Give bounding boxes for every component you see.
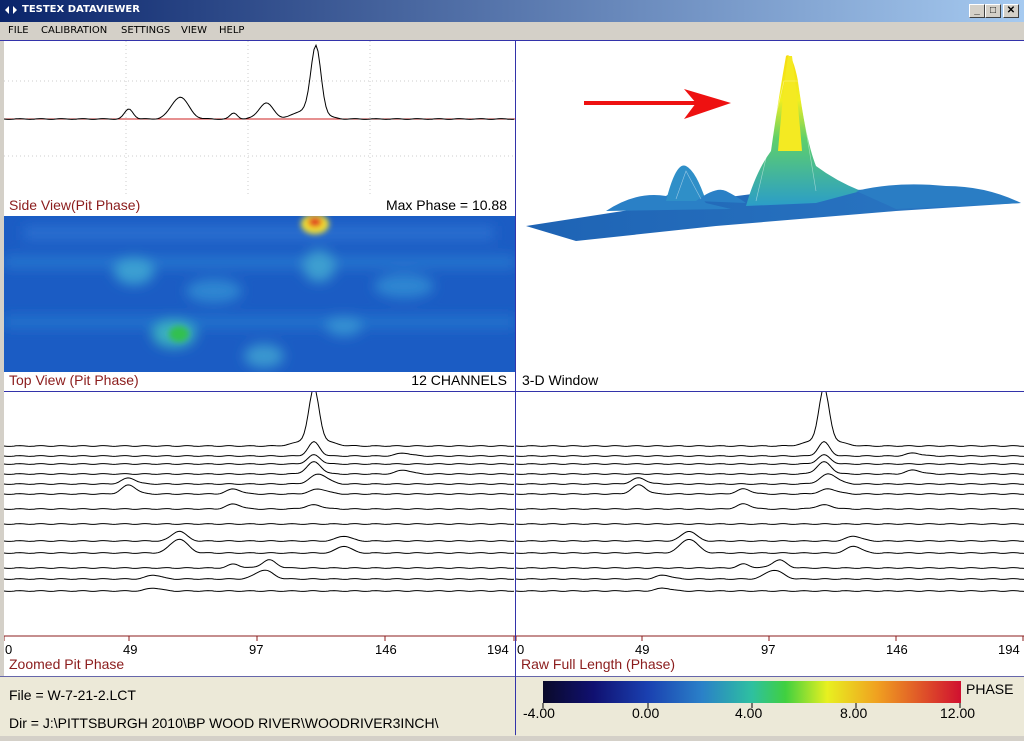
legend-label-0: 0.00 bbox=[632, 705, 660, 721]
raw-channel-trace bbox=[515, 441, 1024, 457]
maximize-button[interactable]: □ bbox=[985, 4, 1001, 18]
zoomed-panel[interactable]: 0 49 97 146 194 Zoomed Pit Phase bbox=[3, 386, 515, 676]
side-view-plot bbox=[3, 41, 515, 196]
raw-panel[interactable]: 0 49 97 146 194 Raw Full Length (Phase) bbox=[515, 386, 1024, 676]
zoom-tick-0: 0 bbox=[5, 642, 13, 657]
menu-settings[interactable]: SETTINGS bbox=[121, 25, 170, 36]
three-d-surface bbox=[526, 55, 1021, 241]
raw-channel-trace bbox=[515, 523, 1024, 525]
close-button[interactable]: ✕ bbox=[1003, 4, 1019, 18]
status-area: File = W-7-21-2.LCT Dir = J:\PITTSBURGH … bbox=[0, 676, 515, 736]
raw-channel-trace bbox=[515, 569, 1024, 580]
menu-view[interactable]: VIEW bbox=[181, 25, 207, 36]
zoom-channel-trace bbox=[3, 484, 515, 495]
legend-label-min: -4.00 bbox=[523, 705, 555, 721]
menu-file[interactable]: FILE bbox=[8, 25, 29, 36]
raw-tick-194: 194 bbox=[998, 642, 1020, 657]
menu-calibration[interactable]: CALIBRATION bbox=[41, 25, 107, 36]
zoom-channel-trace bbox=[3, 503, 515, 510]
raw-channel-trace bbox=[515, 559, 1024, 569]
zoomed-traces bbox=[3, 386, 515, 641]
channels-label: 12 CHANNELS bbox=[411, 372, 507, 388]
zoom-channel-trace bbox=[3, 386, 515, 447]
raw-channel-trace bbox=[515, 484, 1024, 495]
vertical-divider bbox=[515, 41, 516, 735]
max-phase-label: Max Phase = 10.88 bbox=[385, 197, 507, 213]
zoom-tick-49: 49 bbox=[123, 642, 138, 657]
raw-channel-trace bbox=[515, 386, 1024, 447]
zoom-tick-194: 194 bbox=[487, 642, 509, 657]
zoom-channel-trace bbox=[3, 530, 515, 542]
raw-tick-146: 146 bbox=[886, 642, 908, 657]
raw-channel-trace bbox=[515, 531, 1024, 542]
top-divider bbox=[0, 40, 1024, 41]
menu-bar: FILE CALIBRATION SETTINGS VIEW HELP bbox=[0, 22, 1024, 40]
file-label: File = W-7-21-2.LCT bbox=[9, 687, 136, 703]
raw-traces bbox=[515, 386, 1024, 641]
side-view-caption: Side View(Pit Phase) bbox=[9, 197, 141, 213]
top-view-panel[interactable]: Top View (Pit Phase) 12 CHANNELS bbox=[4, 214, 515, 391]
left-mid-divider bbox=[4, 391, 515, 392]
legend-label-8: 8.00 bbox=[840, 705, 868, 721]
window-title: TESTEX DATAVIEWER bbox=[22, 4, 140, 15]
side-view-trace bbox=[3, 43, 515, 120]
legend-title: PHASE bbox=[966, 681, 1014, 697]
raw-tick-97: 97 bbox=[761, 642, 776, 657]
three-d-panel[interactable]: 3-D Window bbox=[516, 41, 1024, 391]
zoom-channel-trace bbox=[3, 441, 515, 457]
raw-tick-49: 49 bbox=[635, 642, 650, 657]
raw-channel-trace bbox=[515, 503, 1024, 510]
zoom-tick-146: 146 bbox=[375, 642, 397, 657]
minimize-button[interactable]: _ bbox=[969, 4, 985, 18]
zoom-channel-trace bbox=[3, 523, 515, 525]
title-bar[interactable]: TESTEX DATAVIEWER _ □ ✕ bbox=[0, 0, 1024, 22]
dir-label: Dir = J:\PITTSBURGH 2010\BP WOOD RIVER\W… bbox=[9, 715, 439, 731]
raw-channel-trace bbox=[515, 587, 1024, 592]
raw-caption: Raw Full Length (Phase) bbox=[521, 656, 676, 672]
legend-label-4: 4.00 bbox=[735, 705, 763, 721]
raw-tick-0: 0 bbox=[517, 642, 525, 657]
app-icon bbox=[5, 6, 17, 14]
zoomed-caption: Zoomed Pit Phase bbox=[9, 656, 125, 672]
zoom-channel-trace bbox=[3, 559, 515, 569]
side-view-panel[interactable]: Side View(Pit Phase) Max Phase = 10.88 bbox=[3, 41, 515, 216]
menu-help[interactable]: HELP bbox=[219, 25, 244, 36]
zoom-tick-97: 97 bbox=[249, 642, 264, 657]
phase-legend: PHASE -4.00 0.00 4.00 8.00 12.00 bbox=[516, 676, 1024, 736]
legend-label-12: 12.00 bbox=[940, 705, 976, 721]
zoom-channel-trace bbox=[3, 587, 515, 592]
zoom-channel-trace bbox=[3, 473, 515, 485]
three-d-caption: 3-D Window bbox=[522, 372, 599, 388]
zoom-channel-trace bbox=[3, 569, 515, 580]
top-view-caption: Top View (Pit Phase) bbox=[9, 372, 139, 388]
top-view-heatmap bbox=[4, 214, 515, 372]
right-mid-divider bbox=[516, 391, 1024, 392]
raw-channel-trace bbox=[515, 473, 1024, 485]
